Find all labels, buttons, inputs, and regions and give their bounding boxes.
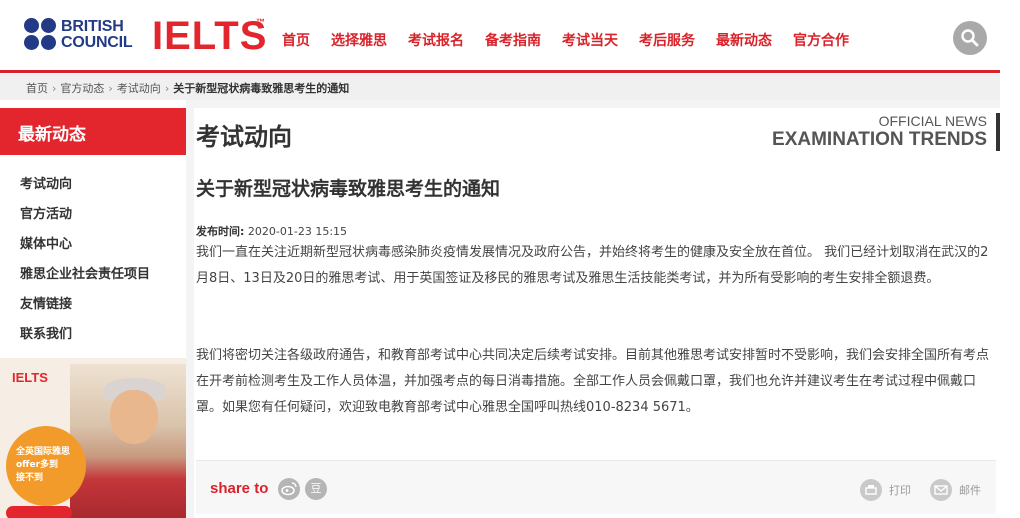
email-label: 邮件 xyxy=(959,484,981,497)
breadcrumb-home[interactable]: 首页 xyxy=(26,80,48,96)
printer-icon xyxy=(860,479,882,501)
sidebar: 最新动态 考试动向 官方活动 媒体中心 雅思企业社会责任项目 友情链接 联系我们… xyxy=(0,108,186,518)
publish-date: 发布时间: 2020-01-23 15:15 xyxy=(196,223,347,239)
nav-item-test-day[interactable]: 考试当天 xyxy=(562,30,618,50)
nav-item-home[interactable]: 首页 xyxy=(282,30,310,50)
ad-bubble-line2: offer多到 xyxy=(16,460,59,470)
print-button[interactable]: 打印 xyxy=(860,479,911,501)
print-label: 打印 xyxy=(889,484,911,497)
breadcrumb-exam-trends[interactable]: 考试动向 xyxy=(117,80,161,96)
nav-item-prep-guide[interactable]: 备考指南 xyxy=(485,30,541,50)
british-council-wordmark: BRITISH COUNCIL xyxy=(61,18,133,51)
nav-item-choose-ielts[interactable]: 选择雅思 xyxy=(331,30,387,50)
breadcrumb-current: 关于新型冠状病毒致雅思考生的通知 xyxy=(173,82,350,95)
sidebar-item-official-events[interactable]: 官方活动 xyxy=(0,200,186,230)
breadcrumb: 首页 › 官方动态 › 考试动向 › 关于新型冠状病毒致雅思考生的通知 xyxy=(26,80,349,96)
sidebar-item-exam-trends[interactable]: 考试动向 xyxy=(0,170,186,200)
ad-bubble: 全英国际雅思 offer多到 接不到 xyxy=(6,426,86,506)
ad-bubble-line3: 接不到 xyxy=(16,473,44,483)
main-nav: 首页 选择雅思 考试报名 备考指南 考试当天 考后服务 最新动态 官方合作 xyxy=(282,30,870,50)
official-news-heading: OFFICIAL NEWS EXAMINATION TRENDS xyxy=(772,113,987,151)
share-label: share to xyxy=(210,480,269,497)
brand-line2: COUNCIL xyxy=(61,34,133,51)
sidebar-title-label: 最新动态 xyxy=(18,125,86,145)
nav-item-news[interactable]: 最新动态 xyxy=(716,30,772,50)
publish-date-label: 发布时间: xyxy=(196,225,245,238)
breadcrumb-separator: › xyxy=(52,81,57,95)
share-bar: share to 豆 打印 邮件 xyxy=(196,460,996,514)
brand-line1: BRITISH xyxy=(61,18,124,35)
ad-ielts-logo: IELTS xyxy=(12,370,48,385)
ielts-trademark: ™ xyxy=(256,17,265,27)
sidebar-ad-banner[interactable]: IELTS 全英国际雅思 offer多到 接不到 xyxy=(0,358,186,518)
ielts-logo[interactable]: IELTS xyxy=(152,14,267,58)
ad-face-shape xyxy=(110,390,158,444)
page: BRITISH COUNCIL IELTS ™ 首页 选择雅思 考试报名 备考指… xyxy=(0,0,1020,518)
article-paragraph-2: 我们将密切关注各级政府通告，和教育部考试中心共同决定后续考试安排。目前其他雅思考… xyxy=(196,348,990,415)
search-icon xyxy=(961,29,979,47)
breadcrumb-separator: › xyxy=(108,81,113,95)
article-card xyxy=(194,108,1000,518)
sidebar-item-contact[interactable]: 联系我们 xyxy=(0,320,186,350)
british-council-logo[interactable]: BRITISH COUNCIL xyxy=(24,18,142,54)
ad-button[interactable] xyxy=(6,506,72,518)
nav-item-partners[interactable]: 官方合作 xyxy=(793,30,849,50)
header-divider xyxy=(0,70,1000,73)
breadcrumb-official-news[interactable]: 官方动态 xyxy=(60,80,104,96)
sidebar-item-links[interactable]: 友情链接 xyxy=(0,290,186,320)
douban-icon[interactable]: 豆 xyxy=(305,478,327,500)
ad-photo xyxy=(70,364,186,518)
publish-date-value: 2020-01-23 15:15 xyxy=(247,225,348,238)
heading-accent-bar xyxy=(996,113,1000,151)
nav-item-after-test[interactable]: 考后服务 xyxy=(639,30,695,50)
site-header: BRITISH COUNCIL IELTS ™ 首页 选择雅思 考试报名 备考指… xyxy=(0,0,1000,73)
section-title: 考试动向 xyxy=(196,123,292,151)
article-paragraph-1: 我们一直在关注近期新型冠状病毒感染肺炎疫情发展情况及政府公告，并始终将考生的健康… xyxy=(196,245,989,286)
official-news-label: OFFICIAL NEWS xyxy=(878,113,987,129)
breadcrumb-separator: › xyxy=(164,81,170,95)
sidebar-title: 最新动态 xyxy=(0,108,186,155)
search-button[interactable] xyxy=(953,21,987,55)
examination-trends-label: EXAMINATION TRENDS xyxy=(772,129,987,150)
article-title: 关于新型冠状病毒致雅思考生的通知 xyxy=(196,178,501,200)
ad-bubble-line1: 全英国际雅思 xyxy=(16,447,71,457)
email-button[interactable]: 邮件 xyxy=(930,479,981,501)
nav-item-register[interactable]: 考试报名 xyxy=(408,30,464,50)
envelope-icon xyxy=(930,479,952,501)
sidebar-list: 考试动向 官方活动 媒体中心 雅思企业社会责任项目 友情链接 联系我们 xyxy=(0,170,186,350)
weibo-icon[interactable] xyxy=(278,478,300,500)
british-council-dots-icon xyxy=(24,18,58,52)
sidebar-item-csr[interactable]: 雅思企业社会责任项目 xyxy=(0,260,186,290)
sidebar-item-media-center[interactable]: 媒体中心 xyxy=(0,230,186,260)
